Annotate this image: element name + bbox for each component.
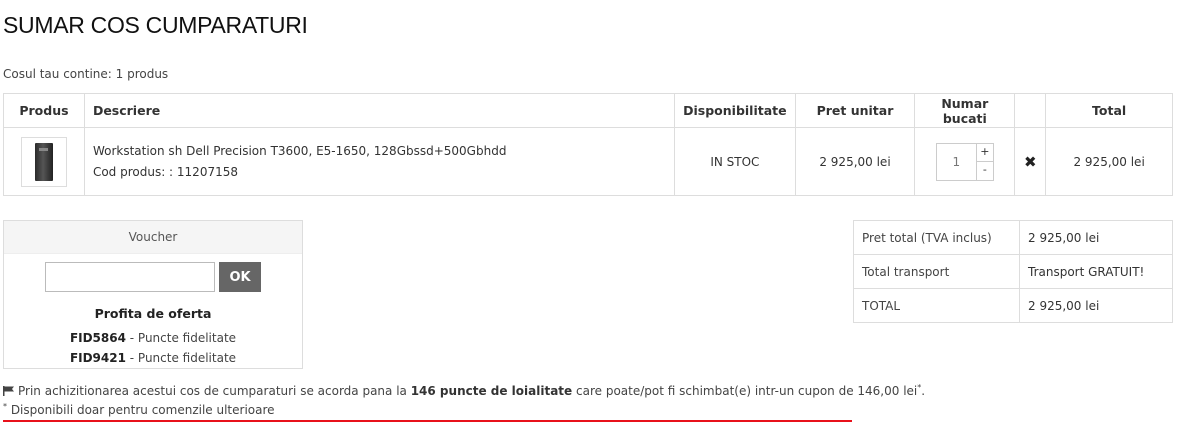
shipping-label: Total transport	[853, 254, 1020, 289]
subtotal-value: 2 925,00 lei	[1019, 220, 1173, 255]
remove-cell: ✖	[1014, 127, 1047, 196]
loyalty-period: .	[921, 384, 926, 398]
table-row: Workstation sh Dell Precision T3600, E5-…	[3, 127, 1173, 196]
product-code: Cod produs: : 11207158	[92, 164, 238, 179]
quantity-cell: + -	[914, 127, 1016, 196]
header-description: Descriere	[83, 93, 676, 128]
totals-table: Pret total (TVA inclus) 2 925,00 lei Tot…	[853, 220, 1173, 323]
shipping-value: Transport GRATUIT!	[1019, 254, 1173, 289]
offer-label: - Puncte fidelitate	[125, 331, 237, 345]
product-description-cell: Workstation sh Dell Precision T3600, E5-…	[83, 127, 676, 196]
voucher-ok-button[interactable]: OK	[219, 262, 261, 292]
offer-code: FID9421	[69, 351, 126, 365]
quantity-decrease-button[interactable]: -	[975, 161, 994, 181]
subtotal-label: Pret total (TVA inclus)	[853, 220, 1020, 255]
line-total: 2 925,00 lei	[1045, 127, 1173, 196]
cart-header-row: Produs Descriere Disponibilitate Pret un…	[3, 93, 1173, 128]
quantity-stepper: + -	[923, 142, 1006, 181]
workstation-tower-icon	[34, 142, 53, 181]
header-product: Produs	[3, 93, 85, 128]
cart-table: Produs Descriere Disponibilitate Pret un…	[3, 93, 1173, 196]
flag-icon	[3, 386, 14, 396]
remove-item-icon[interactable]: ✖	[1024, 153, 1037, 171]
totals-row: Total transport Transport GRATUIT!	[853, 254, 1173, 289]
availability-status: IN STOC	[674, 127, 796, 196]
header-availability: Disponibilitate	[674, 93, 796, 128]
totals-row: TOTAL 2 925,00 lei	[853, 288, 1173, 323]
totals-row: Pret total (TVA inclus) 2 925,00 lei	[853, 220, 1173, 255]
offer-item[interactable]: FID9421 - Puncte fidelitate	[4, 351, 302, 365]
loyalty-points: 146 puncte de loialitate	[410, 384, 573, 398]
offer-label: - Puncte fidelitate	[125, 351, 237, 365]
quantity-increase-button[interactable]: +	[975, 142, 994, 162]
loyalty-text-before: Prin achizitionarea acestui cos de cumpa…	[18, 384, 411, 398]
loyalty-message: Prin achizitionarea acestui cos de cumpa…	[3, 383, 925, 398]
header-quantity: Numar bucati	[914, 93, 1016, 128]
footnote-text: Disponibili doar pentru comenzile ulteri…	[7, 403, 275, 417]
footnote: * Disponibili doar pentru comenzile ulte…	[3, 402, 275, 417]
voucher-title: Voucher	[4, 221, 302, 254]
red-underline	[3, 420, 852, 422]
header-unit-price: Pret unitar	[794, 93, 916, 128]
page-title: SUMAR COS CUMPARATURI	[3, 12, 308, 38]
offer-title: Profita de oferta	[94, 306, 212, 321]
unit-price: 2 925,00 lei	[794, 127, 916, 196]
loyalty-text-after: care poate/pot fi schimbat(e) intr-un cu…	[572, 384, 918, 398]
cart-count-text: Cosul tau contine: 1 produs	[3, 67, 169, 81]
offer-code: FID5864	[69, 331, 126, 345]
header-total: Total	[1045, 93, 1173, 128]
product-image-cell	[3, 127, 85, 196]
grand-total-label: TOTAL	[853, 288, 1020, 323]
product-thumbnail[interactable]	[20, 136, 67, 187]
product-name[interactable]: Workstation sh Dell Precision T3600, E5-…	[93, 141, 666, 162]
grand-total-value: 2 925,00 lei	[1019, 288, 1173, 323]
voucher-panel: Voucher OK Profita de oferta FID5864 - P…	[3, 220, 303, 369]
offer-item[interactable]: FID5864 - Puncte fidelitate	[4, 331, 302, 345]
voucher-code-input[interactable]	[45, 262, 215, 292]
quantity-input[interactable]	[935, 142, 976, 181]
header-remove	[1014, 93, 1047, 128]
